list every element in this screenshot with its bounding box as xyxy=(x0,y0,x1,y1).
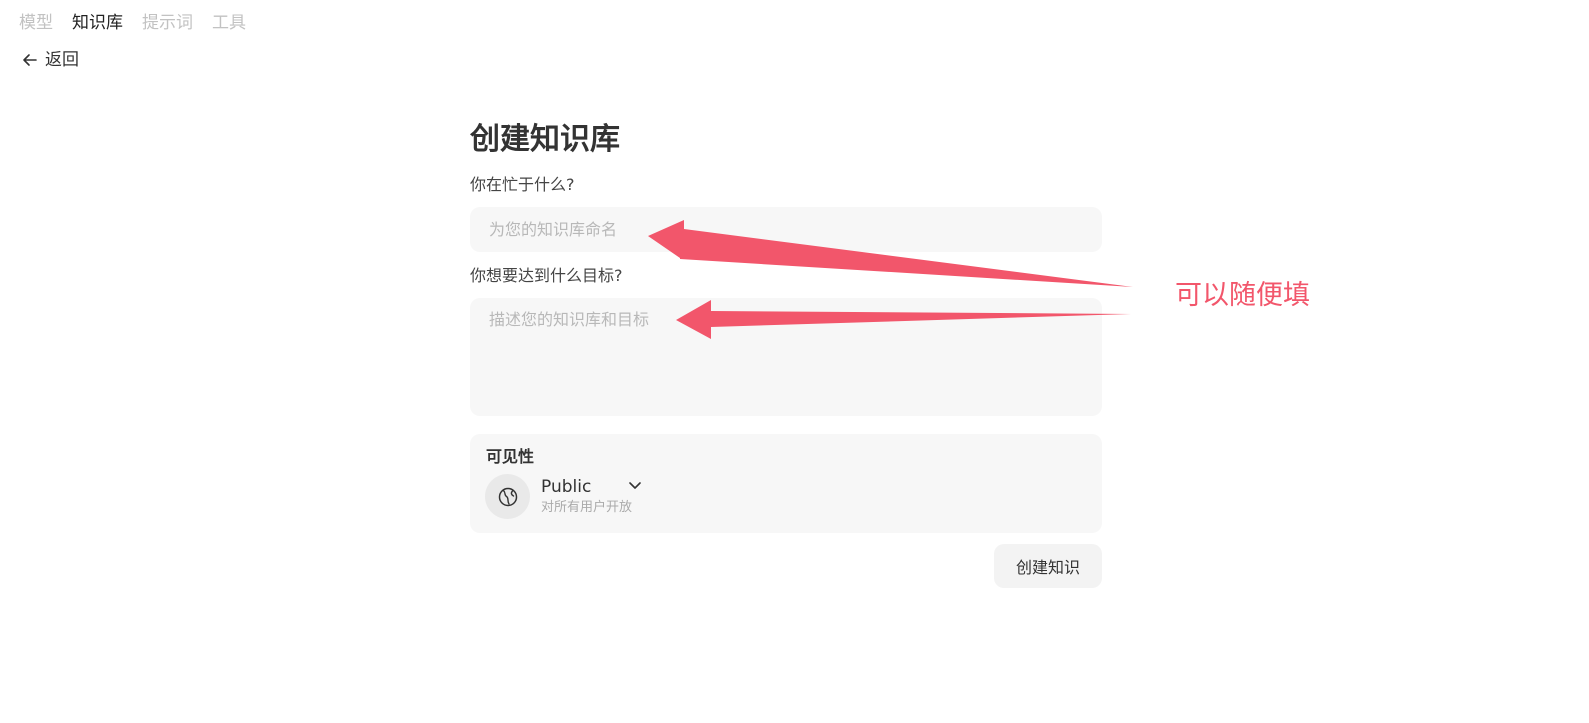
visibility-value: Public xyxy=(541,477,592,497)
visibility-title: 可见性 xyxy=(486,447,535,466)
top-tabs: 模型 知识库 提示词 工具 xyxy=(19,11,246,35)
annotation-note: 可以随便填 xyxy=(1175,280,1310,311)
tab-knowledge[interactable]: 知识库 xyxy=(72,11,123,35)
back-label: 返回 xyxy=(45,50,79,70)
globe-icon xyxy=(485,474,530,519)
knowledge-name-input[interactable] xyxy=(470,207,1102,252)
arrow-left-icon xyxy=(21,51,39,69)
create-knowledge-button[interactable]: 创建知识 xyxy=(994,544,1102,588)
visibility-select[interactable]: Public xyxy=(541,475,643,499)
visibility-panel: 可见性 Public 对所有用户开放 xyxy=(470,434,1102,533)
visibility-description: 对所有用户开放 xyxy=(541,500,633,515)
goal-label: 你想要达到什么目标? xyxy=(470,266,623,285)
tab-tools[interactable]: 工具 xyxy=(212,11,246,35)
page: 模型 知识库 提示词 工具 返回 创建知识库 你在忙于什么? 你想要达到什么目标… xyxy=(0,0,1589,723)
name-label: 你在忙于什么? xyxy=(470,175,575,194)
chevron-down-icon xyxy=(627,477,643,497)
knowledge-description-input[interactable] xyxy=(470,298,1102,416)
tab-models[interactable]: 模型 xyxy=(19,11,53,35)
page-title: 创建知识库 xyxy=(470,122,620,157)
tab-prompts[interactable]: 提示词 xyxy=(142,11,193,35)
back-button[interactable]: 返回 xyxy=(21,48,79,72)
